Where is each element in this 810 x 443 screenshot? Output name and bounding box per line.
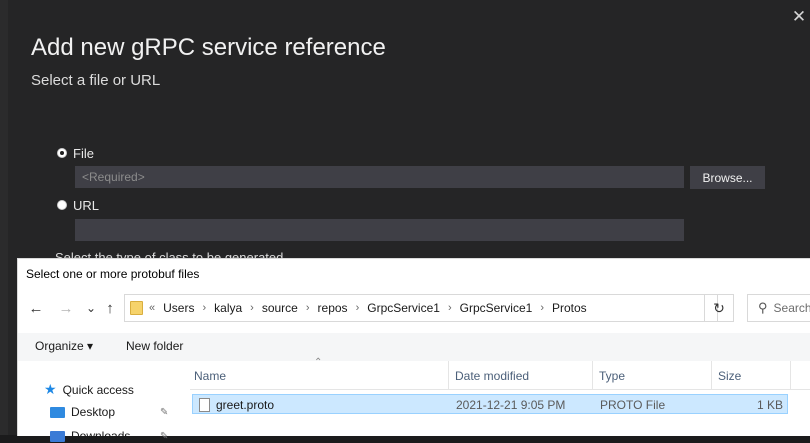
url-radio-option[interactable]: URL	[57, 196, 99, 214]
file-open-dialog: Select one or more protobuf files ← → ⌄ …	[17, 258, 810, 443]
browse-button[interactable]: Browse...	[690, 166, 765, 189]
file-radio-label: File	[73, 145, 94, 161]
column-headers: ⌃ Name Date modified Type Size	[190, 357, 810, 390]
breadcrumb-separator[interactable]: ›	[202, 302, 206, 314]
pin-icon[interactable]: ✎	[160, 407, 168, 418]
close-icon[interactable]: ✕	[788, 6, 810, 28]
breadcrumb-grpcservice1-project[interactable]: GrpcService1	[460, 301, 533, 315]
url-input[interactable]	[75, 219, 684, 241]
breadcrumb-separator[interactable]: ›	[356, 302, 360, 314]
column-size[interactable]: Size	[718, 369, 741, 383]
breadcrumb-grpcservice1[interactable]: GrpcService1	[367, 301, 440, 315]
column-divider[interactable]	[711, 361, 712, 389]
organize-button[interactable]: Organize ▾	[35, 339, 93, 353]
desktop-icon	[50, 406, 65, 418]
file-name: greet.proto	[216, 398, 275, 412]
url-radio-button[interactable]	[57, 200, 67, 210]
column-divider[interactable]	[592, 361, 593, 389]
column-type[interactable]: Type	[599, 369, 625, 383]
file-row[interactable]: greet.proto 2021-12-21 9:05 PM PROTO Fil…	[192, 394, 788, 414]
column-divider[interactable]	[448, 361, 449, 389]
forward-arrow-icon[interactable]: →	[55, 297, 77, 319]
breadcrumb-separator[interactable]: ›	[306, 302, 310, 314]
search-icon: ⚲	[758, 300, 768, 315]
nav-item-label: Quick access	[62, 382, 134, 397]
file-dialog-title: Select one or more protobuf files	[26, 267, 200, 281]
nav-item-downloads[interactable]: Downloads	[50, 429, 130, 443]
background-edge	[0, 0, 8, 435]
breadcrumb-repos[interactable]: repos	[318, 301, 348, 315]
breadcrumb-kalya[interactable]: kalya	[214, 301, 242, 315]
search-placeholder: Search	[773, 301, 810, 315]
refresh-icon[interactable]: ↻	[704, 294, 734, 322]
downloads-icon	[50, 430, 65, 442]
nav-item-desktop[interactable]: Desktop	[50, 405, 115, 419]
breadcrumb-source[interactable]: source	[262, 301, 298, 315]
back-arrow-icon[interactable]: ←	[25, 297, 47, 319]
sort-indicator-icon: ⌃	[314, 357, 323, 368]
file-radio-button[interactable]	[57, 148, 67, 158]
search-box[interactable]: ⚲ Search	[747, 294, 810, 322]
overflow-chevron[interactable]: «	[149, 302, 155, 314]
column-divider[interactable]	[790, 361, 791, 389]
folder-icon	[130, 301, 143, 315]
breadcrumb-separator[interactable]: ›	[448, 302, 452, 314]
new-folder-button[interactable]: New folder	[126, 339, 183, 353]
file-date-modified: 2021-12-21 9:05 PM	[456, 398, 566, 412]
file-radio-option[interactable]: File	[57, 144, 94, 162]
navigation-pane: ★ Quick access Desktop ✎ Downloads ✎	[18, 361, 184, 443]
file-type: PROTO File	[600, 398, 666, 412]
breadcrumb-protos[interactable]: Protos	[552, 301, 587, 315]
breadcrumb-separator[interactable]: ›	[250, 302, 254, 314]
breadcrumb-separator[interactable]: ›	[540, 302, 544, 314]
file-size: 1 KB	[756, 398, 783, 412]
column-date-modified[interactable]: Date modified	[455, 369, 529, 383]
nav-item-label: Desktop	[71, 405, 116, 419]
nav-item-label: Downloads	[71, 429, 131, 443]
dialog-title: Add new gRPC service reference	[31, 34, 386, 61]
pin-icon[interactable]: ✎	[160, 431, 168, 442]
file-path-input[interactable]	[75, 166, 684, 188]
file-icon	[199, 398, 210, 412]
up-arrow-icon[interactable]: ↑	[99, 297, 121, 319]
address-bar[interactable]: « Users › kalya › source › repos › GrpcS…	[124, 294, 718, 322]
column-name[interactable]: Name	[194, 369, 226, 383]
dialog-subtitle: Select a file or URL	[31, 72, 161, 89]
star-icon: ★	[44, 381, 57, 397]
url-radio-label: URL	[73, 197, 100, 213]
breadcrumb-users[interactable]: Users	[163, 301, 194, 315]
nav-item-quick-access[interactable]: ★ Quick access	[44, 381, 134, 398]
